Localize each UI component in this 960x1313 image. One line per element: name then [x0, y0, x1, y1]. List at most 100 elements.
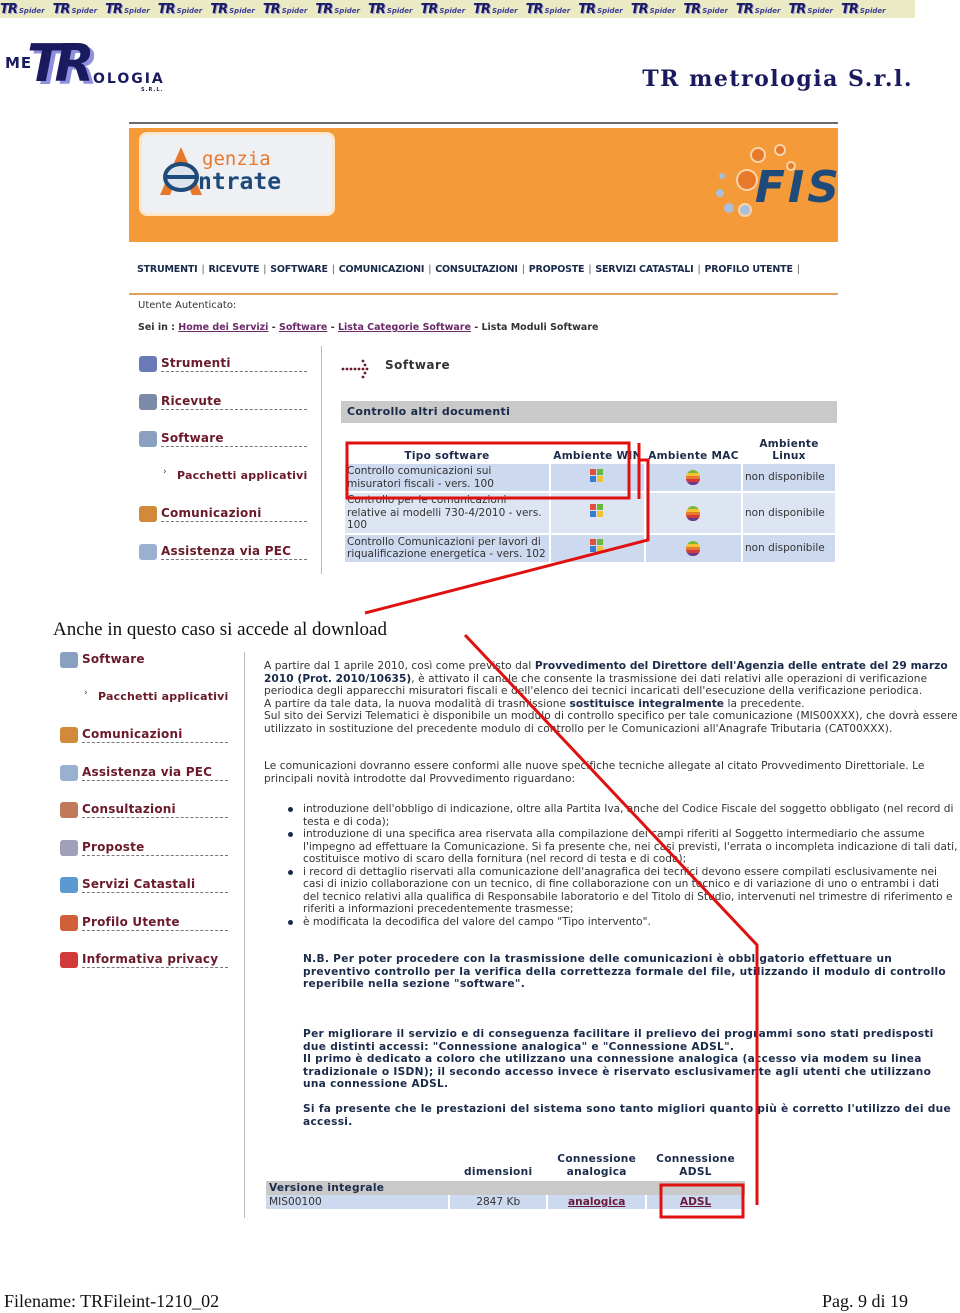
sidebar-item-ricevute[interactable]: Ricevute [139, 393, 309, 432]
win-download-cell [551, 493, 644, 533]
sidebar-item-assistenza-via-pec[interactable]: Assistenza via PEC [139, 543, 309, 575]
spider-tr-mark: TR [105, 1, 123, 17]
nav-item-servizi-catastali[interactable]: SERVIZI CATASTALI [595, 264, 693, 275]
column-header-mac: Ambiente MAC [648, 450, 739, 462]
table-row: Controllo comunicazioni sui misuratori f… [345, 464, 835, 491]
briefcase-icon [60, 727, 78, 743]
tr-spider-logo: TR Spider [315, 2, 360, 17]
win-download-cell [551, 534, 644, 562]
nav-item-proposte[interactable]: PROPOSTE [529, 264, 585, 275]
sidebar-item-label: Strumenti [161, 356, 307, 372]
nav-item-strumenti[interactable]: STRUMENTI [137, 264, 198, 275]
windows-icon[interactable] [590, 504, 604, 518]
spider-word: Spider [176, 6, 203, 15]
breadcrumb: Sei in : Home dei Servizi - Software - L… [138, 322, 598, 333]
spider-word: Spider [544, 6, 571, 15]
column-header-win: Ambiente WIN [553, 450, 642, 462]
tr-spider-logo: TR Spider [263, 2, 308, 17]
nav-separator: | [263, 264, 267, 275]
sidebar-item-consultazioni[interactable]: Consultazioni [60, 802, 230, 840]
list-item: è modificata la decodifica del valore de… [288, 916, 958, 929]
tr-spider-logo: TR Spider [0, 2, 45, 17]
download-header-adsl: Connessione ADSL [656, 1153, 735, 1178]
sidebar-item-servizi-catastali[interactable]: Servizi Catastali [60, 877, 230, 915]
authenticated-user-label: Utente Autenticato: [138, 300, 237, 311]
nav-item-comunicazioni[interactable]: COMUNICAZIONI [339, 264, 425, 275]
sidebar-item-comunicazioni[interactable]: Comunicazioni [60, 727, 230, 765]
sidebar-item-informativa-privacy[interactable]: Informativa privacy [60, 952, 230, 990]
windows-icon[interactable] [590, 468, 604, 483]
section-header: Controllo altri documenti [341, 401, 837, 423]
easel-icon [60, 839, 78, 856]
sidebar-item-strumenti[interactable]: Strumenti [139, 356, 309, 394]
mac-download-cell [645, 464, 741, 491]
download-analog-link[interactable]: analogica [568, 1196, 625, 1208]
spider-tr-mark: TR [788, 1, 806, 17]
table-row: Controllo per le comunicazioni relative … [345, 493, 835, 533]
logo-srl: S.R.L. [141, 87, 164, 93]
access-text-1: Per migliorare il servizio e di consegue… [303, 1028, 934, 1053]
agenzia-entrate-logo[interactable]: genzia ntrate [139, 132, 335, 216]
nav-item-consultazioni[interactable]: CONSULTAZIONI [435, 264, 518, 275]
sidebar-divider [244, 652, 245, 1218]
tr-spider-logo: TR Spider [210, 2, 255, 17]
sidebar-item-profilo-utente[interactable]: Profilo Utente [60, 914, 230, 953]
download-header-analog: Connessione analogica [557, 1153, 637, 1178]
sidebar-item-software[interactable]: Software [60, 652, 230, 690]
sidebar-item-label: Software [82, 652, 145, 666]
intro-text-5: Sul sito dei Servizi Telematici è dispon… [264, 710, 958, 735]
download-row: MIS00100 2847 Kb analogica ADSL [266, 1195, 746, 1209]
tr-spider-logo: TR Spider [578, 2, 623, 17]
spider-tr-mark: TR [420, 1, 439, 17]
tr-spider-logo: TR Spider [631, 2, 676, 17]
nav-item-software[interactable]: SOFTWARE [270, 264, 328, 275]
download-adsl-link[interactable]: ADSL [680, 1196, 711, 1208]
spider-word: Spider [71, 6, 98, 15]
breadcrumb-home-link[interactable]: Home dei Servizi [178, 322, 268, 333]
list-item: i record di dettaglio riservati alla com… [288, 866, 958, 916]
nav-item-profilo-utente[interactable]: PROFILO UTENTE [704, 264, 792, 275]
column-header-type: Tipo software [404, 450, 490, 462]
mac-download-cell [645, 534, 741, 562]
sidebar-item-proposte[interactable]: Proposte [60, 839, 230, 878]
apple-icon[interactable] [686, 470, 701, 486]
users-icon [60, 914, 78, 931]
list-item: introduzione dell'obbligo di indicazione… [288, 803, 958, 828]
spider-tr-mark: TR [210, 1, 228, 17]
linux-availability: non disponibile [743, 464, 835, 491]
footer-page-number: Pag. 9 di 19 [821, 1291, 908, 1311]
nav-separator: | [588, 264, 592, 275]
breadcrumb-software-link[interactable]: Software [279, 322, 327, 333]
sidebar-item-label: Pacchetti applicativi [177, 468, 308, 482]
intro-sostituisce-bold: sostituisce integralmente [569, 697, 725, 710]
spider-tr-mark: TR [630, 1, 649, 17]
download-table: dimensioni Connessione analogica Conness… [266, 1153, 746, 1209]
sidebar-item-label: Software [161, 431, 307, 447]
download-header-row: dimensioni Connessione analogica Conness… [266, 1153, 745, 1181]
apple-icon[interactable] [686, 505, 701, 521]
tr-spider-logo: TR Spider [736, 2, 781, 17]
nav-item-ricevute[interactable]: RICEVUTE [208, 264, 259, 275]
agenzia-logo-line1: genzia [202, 148, 271, 170]
sidebar-item-label: Informativa privacy [82, 952, 228, 968]
sidebar-item-assistenza-via-pec[interactable]: Assistenza via PEC [60, 764, 230, 803]
spider-word: Spider [229, 6, 255, 15]
sidebar-menu: Strumenti Ricevute Software › Pacchetti appl… [139, 356, 309, 574]
sidebar-item-software[interactable]: Software [139, 431, 309, 469]
download-size: 2847 Kb [449, 1195, 549, 1209]
breadcrumb-categories-link[interactable]: Lista Categorie Software [338, 322, 471, 333]
breadcrumb-separator: - [330, 322, 338, 333]
tr-spider-logo: TR Spider [105, 2, 150, 17]
apple-icon[interactable] [686, 540, 701, 556]
sidebar-item-pacchetti-applicativi[interactable]: › Pacchetti applicativi [60, 688, 230, 728]
company-name: TR metrologia S.r.l. [642, 66, 913, 92]
sidebar-item-label: Comunicazioni [161, 506, 307, 522]
nav-separator: | [331, 264, 335, 275]
sidebar-item-pacchetti-applicativi[interactable]: › Pacchetti applicativi [139, 467, 309, 507]
spider-word: Spider [754, 6, 781, 15]
agenzia-entrate-screenshot-software-list: genzia ntrate FIS STRUMENTI | RICEVUTE | SOF… [129, 122, 838, 574]
download-module-name: MIS00100 [266, 1195, 451, 1209]
download-group-label: Versione integrale [266, 1181, 745, 1195]
windows-icon[interactable] [590, 539, 604, 553]
sidebar-item-comunicazioni[interactable]: Comunicazioni [139, 506, 309, 544]
